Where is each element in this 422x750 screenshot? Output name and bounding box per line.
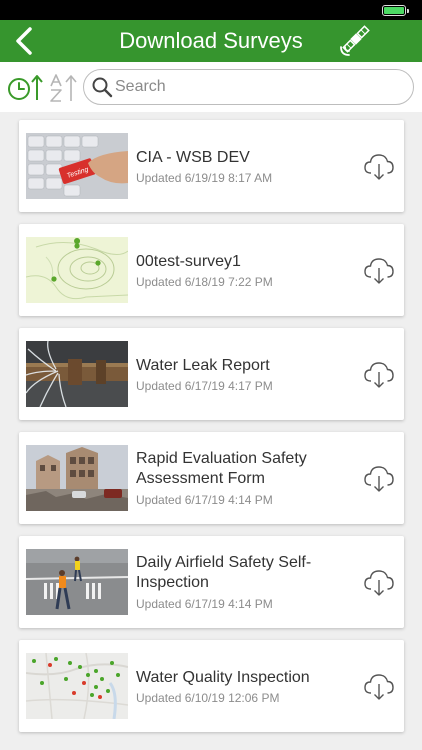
survey-card[interactable]: Water Quality Inspection Updated 6/10/19… (19, 640, 404, 732)
survey-updated: Updated 6/17/19 4:17 PM (136, 379, 273, 393)
toolbar (0, 62, 422, 112)
leaking-pipe-thumbnail-image (26, 341, 128, 407)
survey-thumbnail (26, 341, 128, 407)
survey-title: Rapid Evaluation Safety Assessment Form (136, 450, 307, 487)
cloud-download-icon[interactable] (362, 149, 396, 183)
survey-thumbnail (26, 653, 128, 719)
back-button[interactable] (6, 23, 42, 59)
survey-title: 00test-survey1 (136, 253, 241, 270)
survey-card[interactable]: Daily Airfield Safety Self-Inspection Up… (19, 536, 404, 628)
clock-sort-icon (8, 75, 43, 100)
survey-thumbnail (26, 445, 128, 511)
survey-title: Water Leak Report (136, 357, 270, 374)
location-sensor-button[interactable] (336, 24, 372, 60)
cloud-download-icon[interactable] (362, 253, 396, 287)
points-map-thumbnail-image (26, 653, 128, 719)
survey-updated: Updated 6/18/19 7:22 PM (136, 275, 273, 289)
status-bar (0, 0, 422, 20)
chevron-left-icon (16, 27, 32, 55)
survey-updated: Updated 6/19/19 8:17 AM (136, 171, 273, 185)
survey-title: Water Quality Inspection (136, 669, 310, 686)
survey-thumbnail: Testing (26, 133, 128, 199)
survey-thumbnail (26, 549, 128, 615)
survey-card[interactable]: Water Leak Report Updated 6/17/19 4:17 P… (19, 328, 404, 420)
keyboard-thumbnail-image: Testing (26, 133, 128, 199)
survey-card[interactable]: 00test-survey1 Updated 6/18/19 7:22 PM (19, 224, 404, 316)
search-box (83, 69, 414, 105)
survey-updated: Updated 6/10/19 12:06 PM (136, 691, 280, 705)
satellite-icon (340, 25, 370, 56)
survey-thumbnail (26, 237, 128, 303)
airfield-workers-thumbnail-image (26, 549, 128, 615)
cloud-download-icon[interactable] (362, 669, 396, 703)
search-input[interactable] (115, 70, 400, 103)
topographic-map-thumbnail-image (26, 237, 128, 303)
battery-icon (382, 5, 409, 16)
survey-card[interactable]: Rapid Evaluation Safety Assessment Form … (19, 432, 404, 524)
survey-updated: Updated 6/17/19 4:14 PM (136, 493, 273, 507)
survey-title: CIA - WSB DEV (136, 149, 250, 166)
cloud-download-icon[interactable] (362, 565, 396, 599)
alpha-sort-icon (50, 74, 77, 102)
survey-card[interactable]: Testing CIA - WSB DEV Updated 6/19/19 8:… (19, 120, 404, 212)
search-icon (92, 77, 113, 98)
survey-updated: Updated 6/17/19 4:14 PM (136, 597, 273, 611)
cloud-download-icon[interactable] (362, 461, 396, 495)
sort-by-date-button[interactable] (6, 73, 44, 103)
damaged-building-thumbnail-image (26, 445, 128, 511)
survey-title: Daily Airfield Safety Self-Inspection (136, 554, 312, 591)
sort-alphabetical-button[interactable] (48, 73, 78, 103)
nav-bar: Download Surveys (0, 20, 422, 62)
cloud-download-icon[interactable] (362, 357, 396, 391)
